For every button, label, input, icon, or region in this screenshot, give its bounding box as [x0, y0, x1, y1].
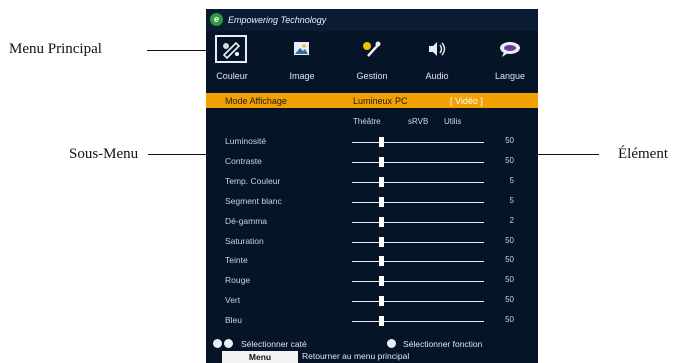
slider-knob[interactable]: [379, 276, 384, 286]
right-arrow-icon: [387, 339, 396, 348]
slider-knob[interactable]: [379, 237, 384, 247]
slider-track[interactable]: [352, 182, 484, 183]
footer-menu: Menu Retourner au menu principal: [206, 350, 538, 363]
footer-return-text: Retourner au menu principal: [302, 351, 410, 361]
adjustment-label: Contraste: [225, 156, 262, 166]
tab-image[interactable]: Image: [276, 31, 328, 89]
adjustment-value: 5: [509, 176, 514, 185]
adjustment-row[interactable]: Rouge 50: [206, 273, 538, 291]
palette-icon: [215, 35, 247, 63]
adjustment-row[interactable]: Bleu 50: [206, 313, 538, 331]
adjustment-label: Dé-gamma: [225, 216, 268, 226]
slider-knob[interactable]: [379, 296, 384, 306]
osd-menu: e Empowering Technology Couleur Image Ge…: [206, 9, 538, 363]
slider-track[interactable]: [352, 242, 484, 243]
tab-label: Audio: [425, 71, 449, 81]
footer-navigation: Sélectionner caté Sélectionner fonction: [206, 338, 538, 350]
tab-audio[interactable]: Audio: [411, 31, 463, 89]
menu-principal-pointer: [147, 50, 211, 51]
adjustment-row[interactable]: Segment blanc 5: [206, 194, 538, 212]
adjustment-label: Rouge: [225, 275, 251, 285]
mode-option-pc[interactable]: PC: [395, 96, 408, 106]
adjustment-row[interactable]: Temp. Couleur 5: [206, 174, 538, 192]
tab-langue[interactable]: Langue: [484, 31, 536, 89]
brand-bar: e Empowering Technology: [206, 9, 538, 31]
adjustment-label: Segment blanc: [225, 196, 282, 206]
adjustment-row[interactable]: Saturation 50: [206, 234, 538, 252]
mode-option-video[interactable]: [ Vidéo ]: [450, 96, 483, 106]
adjustment-label: Saturation: [225, 236, 264, 246]
adjustment-row[interactable]: Teinte 50: [206, 253, 538, 271]
slider-track[interactable]: [352, 261, 484, 262]
tab-label: Langue: [494, 71, 526, 81]
display-mode-bar[interactable]: Mode Affichage Lumineux PC [ Vidéo ]: [206, 93, 538, 108]
adjustment-label: Vert: [225, 295, 241, 305]
menu-button[interactable]: Menu: [222, 351, 298, 363]
mode-option-lumineux[interactable]: Lumineux: [353, 96, 392, 106]
adjustment-row[interactable]: Vert 50: [206, 293, 538, 311]
slider-track[interactable]: [352, 301, 484, 302]
tools-icon: [363, 41, 381, 57]
slider-knob[interactable]: [379, 157, 384, 167]
adjustment-label: Teinte: [225, 255, 248, 265]
slider-knob[interactable]: [379, 256, 384, 266]
adjustment-value: 50: [505, 295, 514, 304]
adjustment-row[interactable]: Dé-gamma 2: [206, 214, 538, 232]
mode-option-srvb[interactable]: sRVB: [408, 117, 428, 126]
adjustment-value: 2: [509, 216, 514, 225]
adjustment-row[interactable]: Contraste 50: [206, 154, 538, 172]
slider-knob[interactable]: [379, 197, 384, 207]
footer-select-category: Sélectionner caté: [241, 339, 307, 349]
speaker-icon: [429, 42, 446, 56]
element-callout: Élément: [618, 146, 668, 162]
slider-knob[interactable]: [379, 177, 384, 187]
language-icon: [500, 42, 520, 57]
adjustment-value: 50: [505, 156, 514, 165]
menu-principal-callout: Menu Principal: [9, 41, 102, 57]
footer-select-function: Sélectionner fonction: [403, 339, 483, 349]
adjustment-value: 5: [509, 196, 514, 205]
tab-label: Gestion: [356, 71, 388, 81]
slider-knob[interactable]: [379, 316, 384, 326]
mode-option-theatre[interactable]: Théâtre: [353, 117, 381, 126]
adjustment-label: Bleu: [225, 315, 243, 325]
adjustment-value: 50: [505, 255, 514, 264]
brand-tagline: Empowering Technology: [228, 15, 327, 25]
slider-track[interactable]: [352, 222, 484, 223]
up-down-icon: [213, 339, 222, 348]
tab-label: Couleur: [216, 71, 248, 81]
adjustment-value: 50: [505, 136, 514, 145]
tab-gestion[interactable]: Gestion: [346, 31, 398, 89]
slider-track[interactable]: [352, 142, 484, 143]
adjustment-label: Luminosité: [225, 136, 267, 146]
slider-knob[interactable]: [379, 137, 384, 147]
adjustment-value: 50: [505, 275, 514, 284]
adjustment-value: 50: [505, 315, 514, 324]
tab-couleur[interactable]: Couleur: [206, 31, 258, 89]
slider-knob[interactable]: [379, 217, 384, 227]
adjustment-row[interactable]: Luminosité 50: [206, 134, 538, 152]
main-menu-tabs: Couleur Image Gestion Audio Langue: [206, 31, 538, 89]
adjustment-value: 50: [505, 236, 514, 245]
sous-menu-callout: Sous-Menu: [69, 146, 139, 162]
tab-label: Image: [289, 71, 315, 81]
picture-icon: [294, 42, 309, 55]
display-mode-label: Mode Affichage: [225, 96, 287, 106]
slider-track[interactable]: [352, 281, 484, 282]
slider-track[interactable]: [352, 321, 484, 322]
up-down-icon: [224, 339, 233, 348]
adjustment-label: Temp. Couleur: [225, 176, 281, 186]
slider-track[interactable]: [352, 202, 484, 203]
mode-option-utilis[interactable]: Utilis: [444, 117, 461, 126]
brand-logo: e: [210, 13, 223, 26]
slider-track[interactable]: [352, 162, 484, 163]
